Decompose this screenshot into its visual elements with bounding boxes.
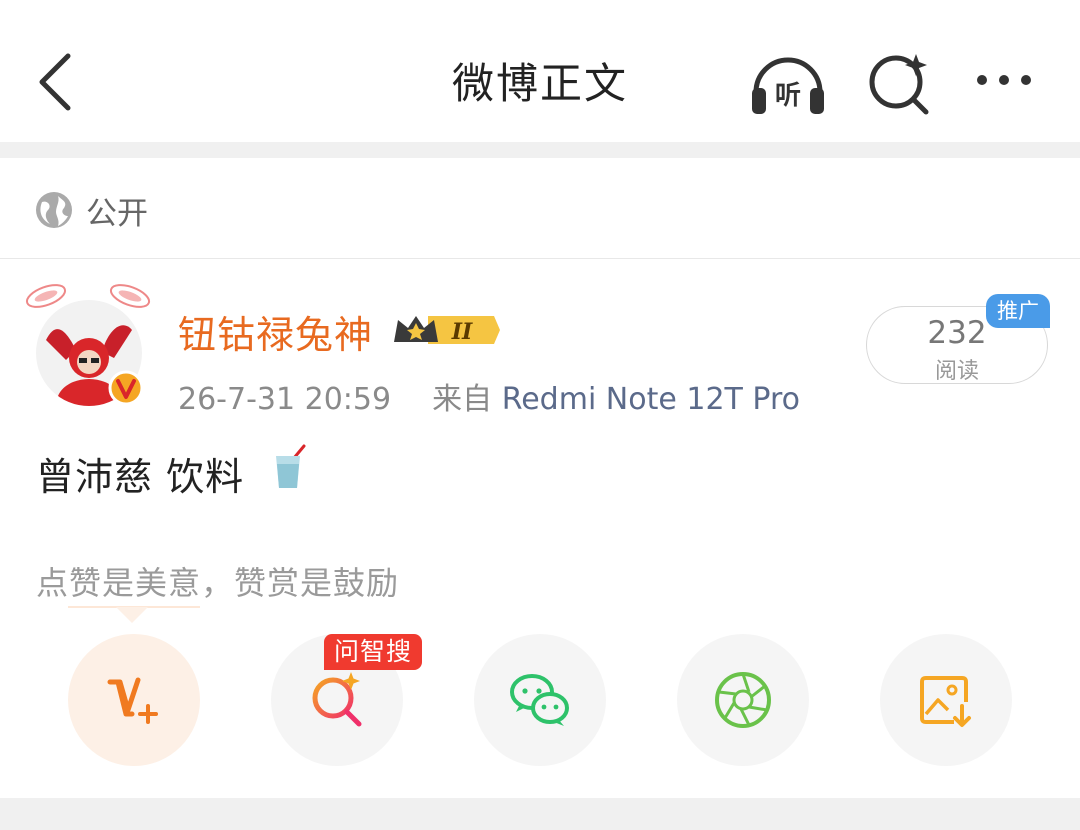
vplus-icon	[107, 677, 158, 724]
wechat-icon	[510, 674, 569, 726]
tip-pointer	[116, 607, 148, 623]
ai-search-badge: 问智搜	[324, 634, 422, 670]
moments-aperture-icon	[715, 672, 771, 728]
save-image-button[interactable]	[880, 634, 1012, 766]
avatar-frame[interactable]	[24, 278, 154, 408]
post-body-text: 曾沛慈 饮料	[36, 455, 245, 499]
more-options-button[interactable]	[972, 48, 1052, 118]
vip-level-badge[interactable]: II	[392, 310, 502, 350]
save-image-icon	[920, 676, 971, 727]
listen-button[interactable]: 听	[748, 48, 828, 118]
verified-v-badge-icon	[108, 370, 144, 406]
headphones-listen-icon: 听	[752, 57, 824, 114]
more-dots-icon	[977, 75, 1031, 85]
reward-tip-text: 点赞是美意，赞赏是鼓励	[36, 564, 400, 602]
visibility-label: 公开	[86, 196, 148, 232]
read-label: 阅读	[934, 359, 979, 384]
ai-search-header-button[interactable]	[866, 48, 946, 118]
top-navigation-bar: 微博正文 听	[0, 0, 1080, 142]
cup-drink-icon	[270, 444, 310, 490]
share-wechat-button[interactable]	[474, 634, 606, 766]
sparkle-search-icon	[869, 54, 929, 115]
crown-level-icon: II	[394, 316, 500, 345]
device-link[interactable]: Redmi Note 12T Pro	[502, 382, 800, 417]
level-text: II	[451, 319, 473, 345]
section-divider	[0, 142, 1080, 158]
post-meta: 26-7-31 20:59 来自 Redmi Note 12T Pro	[178, 374, 800, 418]
author-name[interactable]: 钮钴禄兔神	[178, 304, 373, 359]
vplus-reward-button[interactable]	[68, 634, 200, 766]
ai-search-icon	[312, 672, 362, 727]
promote-badge[interactable]: 推广	[986, 294, 1050, 328]
globe-icon	[34, 190, 74, 230]
bottom-divider	[0, 798, 1080, 830]
post-timestamp: 26-7-31 20:59	[178, 382, 392, 417]
listen-icon-text: 听	[775, 81, 801, 111]
visibility-row: 公开	[0, 158, 1080, 259]
source-prefix: 来自	[432, 382, 493, 417]
share-moments-button[interactable]	[677, 634, 809, 766]
